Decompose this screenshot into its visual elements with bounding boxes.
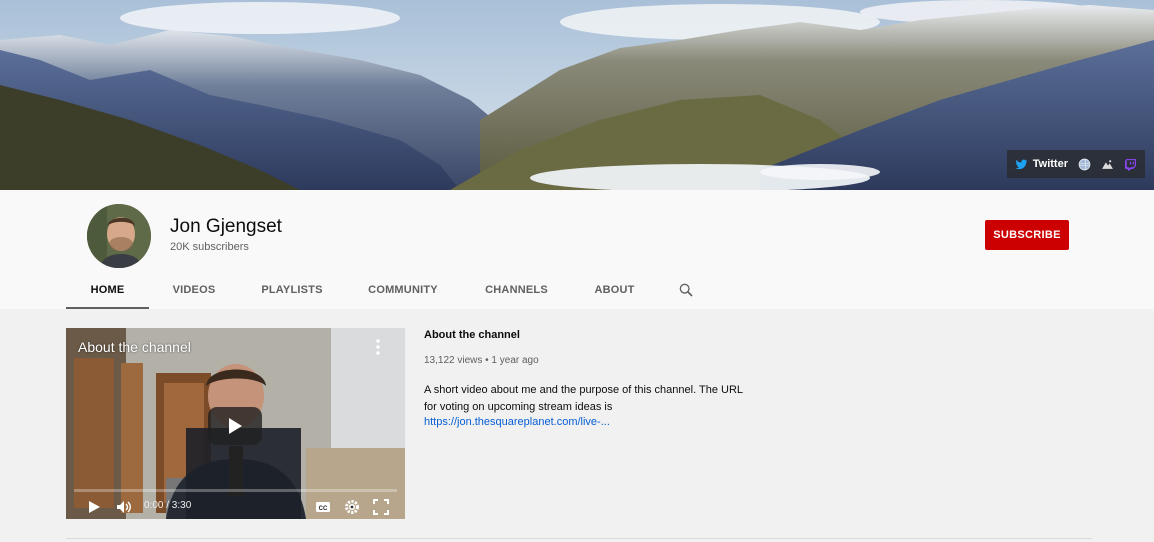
player-overlay-title: About the channel: [78, 339, 191, 355]
volume-icon[interactable]: [116, 499, 132, 515]
fullscreen-icon[interactable]: [373, 499, 389, 515]
tab-playlists[interactable]: PLAYLISTS: [239, 270, 345, 309]
tab-community[interactable]: COMMUNITY: [345, 270, 461, 309]
play-button-large[interactable]: [208, 407, 262, 445]
svg-text:CC: CC: [319, 506, 328, 512]
twitter-link[interactable]: Twitter: [1015, 158, 1068, 171]
time-display: 0:00 / 3:30: [144, 500, 192, 511]
tab-about[interactable]: ABOUT: [572, 270, 657, 309]
section-divider: [66, 538, 1092, 539]
globe-icon[interactable]: [1078, 158, 1091, 171]
mountain-link-icon[interactable]: [1101, 158, 1114, 171]
banner-links: Twitter: [1006, 150, 1145, 178]
youtube-channel-page: Twitter Jon Gjengset 20K subscribers SUB…: [0, 0, 1154, 542]
tab-channels[interactable]: CHANNELS: [461, 270, 572, 309]
tab-videos[interactable]: VIDEOS: [149, 270, 239, 309]
banner-mountain-image: [0, 0, 1154, 190]
play-icon: [229, 418, 242, 434]
channel-header: Jon Gjengset 20K subscribers SUBSCRIBE H…: [0, 190, 1154, 309]
video-meta: 13,122 views • 1 year ago: [424, 355, 539, 366]
channel-search-button[interactable]: [671, 270, 701, 309]
subscriber-count: 20K subscribers: [170, 241, 249, 253]
search-icon: [679, 283, 693, 297]
description-link[interactable]: https://jon.thesquareplanet.com/live-...: [424, 416, 610, 428]
avatar[interactable]: [87, 204, 151, 268]
more-vert-icon[interactable]: [373, 338, 383, 356]
subscribe-button[interactable]: SUBSCRIBE: [985, 220, 1069, 250]
play-icon[interactable]: [86, 499, 102, 515]
twitter-link-label: Twitter: [1032, 158, 1068, 170]
twitter-icon: [1015, 159, 1028, 169]
featured-video-player[interactable]: About the channel 0:00 / 3:30 CC: [66, 328, 405, 519]
twitch-icon[interactable]: [1124, 158, 1137, 171]
channel-banner: Twitter: [0, 0, 1154, 190]
captions-icon[interactable]: CC: [315, 499, 331, 515]
channel-name: Jon Gjengset: [170, 216, 282, 237]
progress-bar[interactable]: [74, 489, 397, 492]
tab-home[interactable]: HOME: [66, 270, 149, 309]
settings-gear-icon[interactable]: [344, 499, 360, 515]
channel-tabs: HOME VIDEOS PLAYLISTS COMMUNITY CHANNELS…: [66, 270, 701, 309]
avatar-image: [87, 204, 151, 268]
player-controls: 0:00 / 3:30 CC: [66, 493, 405, 519]
video-title[interactable]: About the channel: [424, 329, 520, 341]
video-description: A short video about me and the purpose o…: [424, 384, 743, 413]
